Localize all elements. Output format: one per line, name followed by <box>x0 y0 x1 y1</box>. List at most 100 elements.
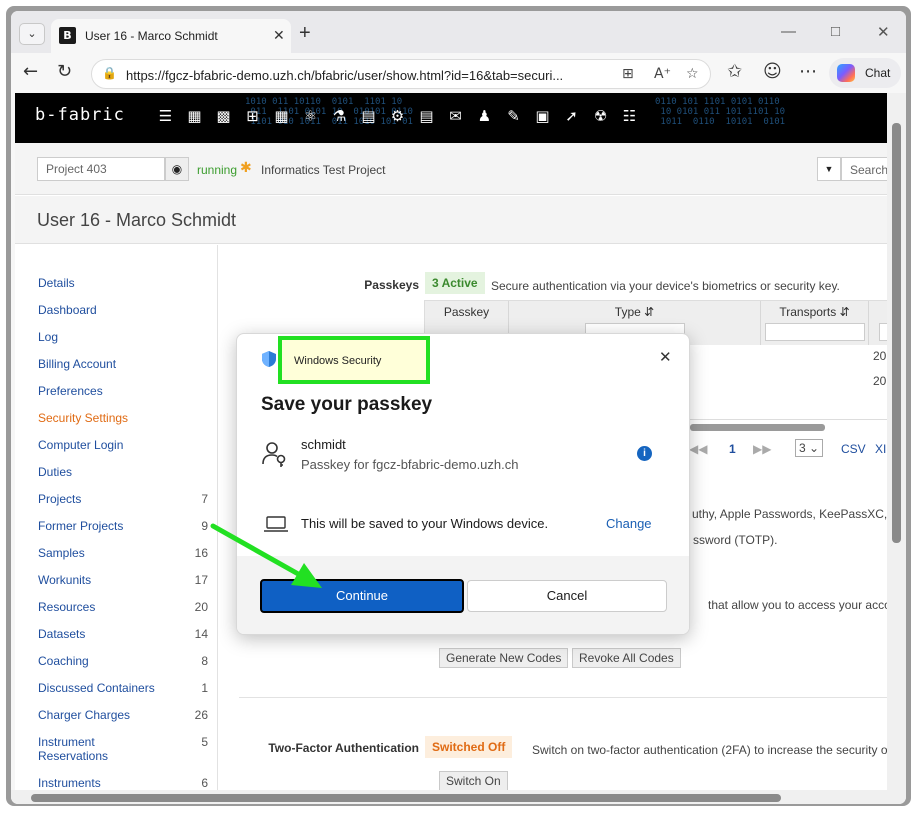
briefcase-icon[interactable]: ▣ <box>528 107 557 125</box>
continue-button[interactable]: Continue <box>260 579 464 613</box>
page-horizontal-scrollbar[interactable] <box>11 790 906 804</box>
reload-icon[interactable]: ↻ <box>57 62 72 82</box>
col-header-transports[interactable]: Transports ⇵ <box>761 301 869 345</box>
dialog-title: Save your passkey <box>261 394 433 415</box>
new-tab-icon[interactable]: + <box>299 22 311 45</box>
gear-icon[interactable]: ⚙ <box>383 107 412 125</box>
asterisk-icon: ✱ <box>240 160 252 176</box>
info-icon[interactable]: i <box>637 446 652 461</box>
authenticator-apps-text: uthy, Apple Passwords, KeePassXC, <box>692 507 887 521</box>
sidebar-item-billing-account[interactable]: Billing Account <box>38 357 208 371</box>
page-size-select[interactable]: 3 ⌄ <box>795 439 824 457</box>
sidebar-item-coaching[interactable]: Coaching 8 <box>38 654 208 668</box>
laptop-icon <box>264 516 288 532</box>
favorite-star-icon[interactable]: ☆ <box>686 66 699 82</box>
switch-on-button[interactable]: Switch On <box>439 771 508 790</box>
favorites-icon[interactable]: ✩ <box>727 62 742 82</box>
add-icon[interactable]: ⊞ <box>238 107 267 125</box>
mail-icon[interactable]: ✉ <box>441 107 470 125</box>
project-input[interactable]: Project 403 <box>37 157 165 181</box>
main-menu-icons: ☰ ▦ ▩ ⊞ ▦ ⚛ ⚗ ▤ ⚙ ▤ ✉ ♟ ✎ ▣ ➚ ☢ ☷ <box>151 107 644 125</box>
box-icon[interactable]: ▩ <box>209 107 238 125</box>
sidebar-item-log[interactable]: Log <box>38 330 208 344</box>
sidebar-item-datasets[interactable]: Datasets 14 <box>38 627 208 641</box>
export-csv-link[interactable]: CSV <box>841 442 866 456</box>
passkeys-description: Secure authentication via your device's … <box>491 279 840 293</box>
profile-avatar-icon[interactable]: ☺ <box>763 62 782 82</box>
back-icon[interactable]: ← <box>23 62 38 82</box>
table-hscroll[interactable] <box>690 424 825 431</box>
page-vertical-scrollbar[interactable] <box>887 93 906 790</box>
sidebar-item-preferences[interactable]: Preferences <box>38 384 208 398</box>
sidebar-item-discussed-containers[interactable]: Discussed Containers 1 <box>38 681 208 695</box>
document-icon[interactable]: ▤ <box>412 107 441 125</box>
project-bar: Project 403 ◉ running ✱ Informatics Test… <box>15 143 887 195</box>
project-name[interactable]: Informatics Test Project <box>261 163 386 177</box>
pager-next-icon[interactable]: ▶▶ <box>753 442 771 456</box>
search-scope-dropdown[interactable]: ▼ <box>817 157 841 181</box>
syringe-icon[interactable]: ➚ <box>557 107 586 125</box>
export-xl-link[interactable]: XI <box>875 442 886 456</box>
site-info-icon[interactable]: 🔒 <box>102 66 118 82</box>
generate-codes-button[interactable]: Generate New Codes <box>439 648 569 668</box>
sidebar-item-workunits[interactable]: Workunits 17 <box>38 573 208 587</box>
dialog-close-icon[interactable]: ✕ <box>659 348 672 366</box>
archive-icon[interactable]: ▤ <box>354 107 383 125</box>
sidebar-item-security-settings[interactable]: Security Settings <box>38 411 208 425</box>
flask-icon[interactable]: ⚗ <box>325 107 354 125</box>
sidebar-item-computer-login[interactable]: Computer Login <box>38 438 208 452</box>
sidebar-item-instruments[interactable]: Instruments 6 <box>38 776 208 790</box>
calendar-icon[interactable]: ▦ <box>267 107 296 125</box>
sidebar-item-projects[interactable]: Projects 7 <box>38 492 208 506</box>
project-select-icon[interactable]: ◉ <box>165 157 189 181</box>
cancel-button[interactable]: Cancel <box>467 580 667 612</box>
browser-tab[interactable]: B User 16 - Marco Schmidt ✕ <box>51 19 291 53</box>
grid-icon[interactable]: ▦ <box>180 107 209 125</box>
sidebar-item-former-projects[interactable]: Former Projects 9 <box>38 519 208 533</box>
hscroll-thumb[interactable] <box>31 794 781 802</box>
copilot-chat-button[interactable]: Chat <box>829 58 901 88</box>
users-icon[interactable]: ♟ <box>470 107 499 125</box>
read-aloud-icon[interactable]: A⁺ <box>654 66 671 82</box>
microscope-icon[interactable]: ⚛ <box>296 107 325 125</box>
bfabric-logo[interactable]: b-fabric <box>35 105 125 125</box>
passkey-username: schmidt <box>301 437 346 452</box>
more-options-icon[interactable]: ⋯ <box>799 62 817 82</box>
bfabric-favicon-icon: B <box>59 27 76 44</box>
address-bar[interactable]: 🔒 https://fgcz-bfabric-demo.uzh.ch/bfabr… <box>91 59 711 89</box>
twofa-status-badge: Switched Off <box>425 736 513 758</box>
file-signature-icon[interactable]: ✎ <box>499 107 528 125</box>
tab-actions-dropdown[interactable]: ⌄ <box>19 23 45 45</box>
sidebar-item-dashboard[interactable]: Dashboard <box>38 303 208 317</box>
row-1-date: 20 <box>873 349 887 363</box>
chart-icon[interactable]: ☷ <box>615 107 644 125</box>
sidebar-item-duties[interactable]: Duties <box>38 465 208 479</box>
pager-current-page[interactable]: 1 <box>729 442 736 456</box>
search-input[interactable]: Search <box>841 157 887 181</box>
sidebar-item-instrument-reservations-count: 5 <box>201 735 208 749</box>
window-close-icon[interactable]: ✕ <box>877 23 890 41</box>
passkey-user-icon <box>262 442 286 467</box>
sidebar-item-details[interactable]: Details <box>38 276 208 290</box>
created-filter-input[interactable] <box>879 323 887 341</box>
sidebar-item-resources[interactable]: Resources 20 <box>38 600 208 614</box>
col-header-created[interactable] <box>869 301 887 345</box>
transports-filter-input[interactable] <box>765 323 865 341</box>
sidebar-item-instrument-reservations[interactable]: Instrument Reservations <box>38 735 168 763</box>
dialog-header: Windows Security <box>294 355 382 367</box>
minimize-icon[interactable]: — <box>781 23 796 40</box>
sidebar-item-samples[interactable]: Samples 16 <box>38 546 208 560</box>
app-available-icon[interactable]: ⊞ <box>622 66 634 82</box>
cart-icon[interactable]: ☢ <box>586 107 615 125</box>
device-save-text: This will be saved to your Windows devic… <box>301 516 549 531</box>
revoke-codes-button[interactable]: Revoke All Codes <box>572 648 681 668</box>
vscroll-thumb[interactable] <box>892 123 901 543</box>
pager-prev-icon[interactable]: ◀◀ <box>689 442 707 456</box>
list-icon[interactable]: ☰ <box>151 107 180 125</box>
change-link[interactable]: Change <box>606 516 652 531</box>
url-text[interactable]: https://fgcz-bfabric-demo.uzh.ch/bfabric… <box>126 68 610 83</box>
tab-close-icon[interactable]: ✕ <box>273 27 285 44</box>
sidebar-item-charger-charges[interactable]: Charger Charges 26 <box>38 708 208 722</box>
maximize-icon[interactable]: □ <box>831 23 840 40</box>
windows-security-shield-icon <box>262 351 276 367</box>
